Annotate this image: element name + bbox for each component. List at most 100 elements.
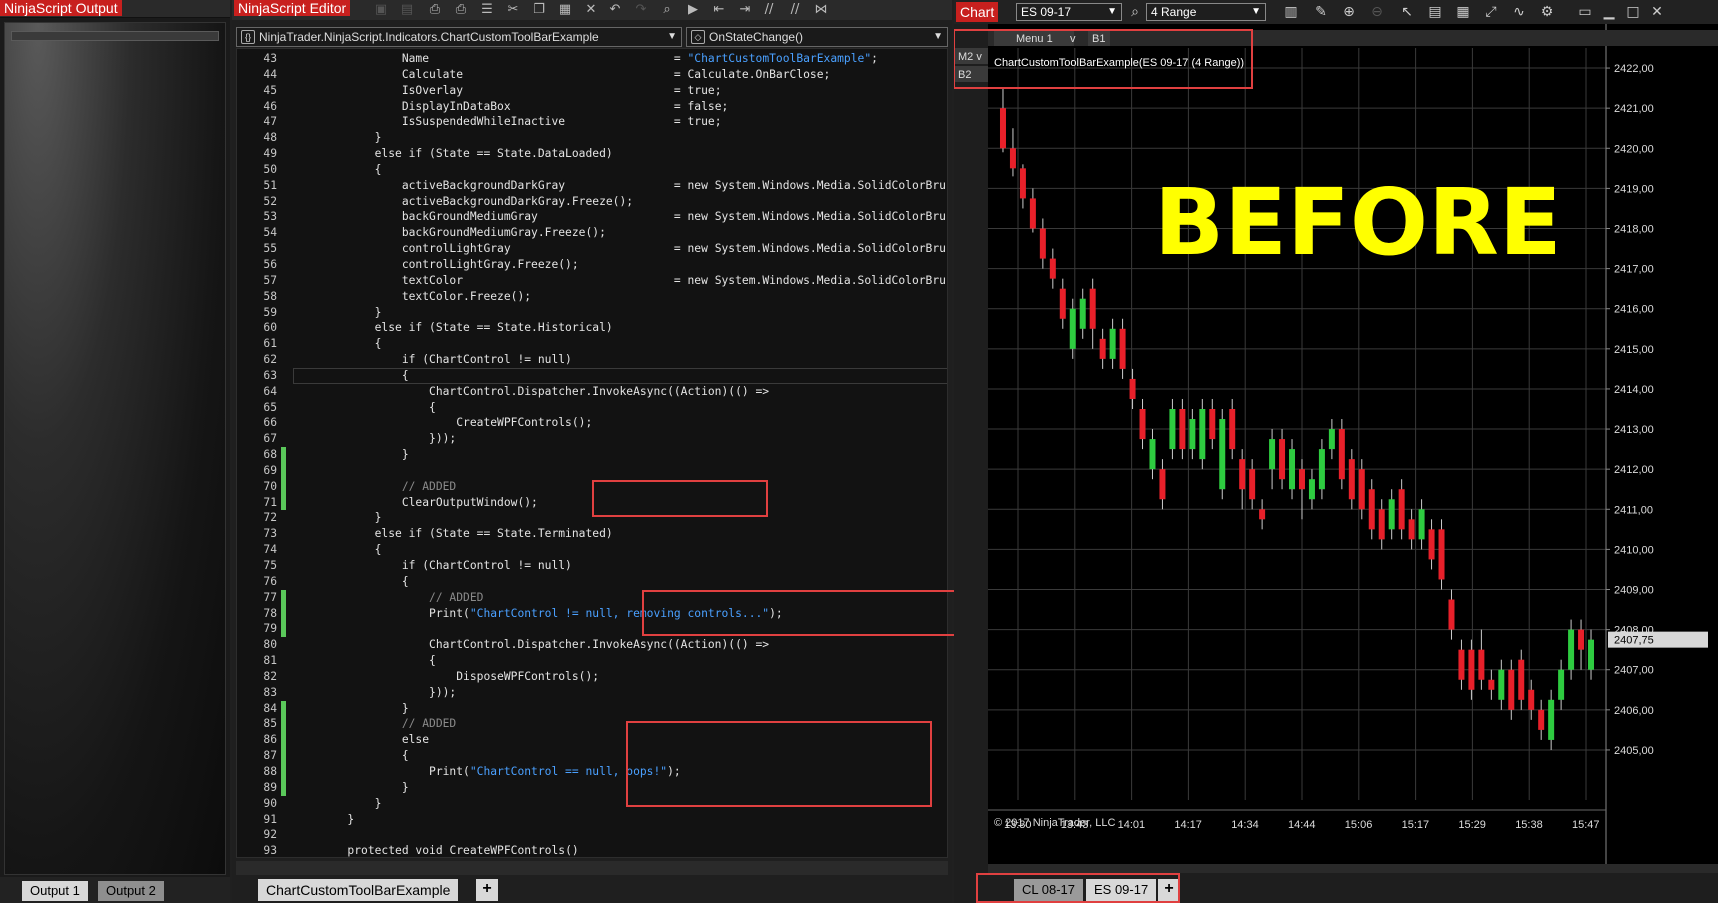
chart-window-title[interactable]: Chart bbox=[956, 2, 999, 22]
class-dropdown[interactable]: {} NinjaTrader.NinjaScript.Indicators.Ch… bbox=[236, 27, 682, 47]
code-line[interactable]: 55 controlLightGray = new System.Windows… bbox=[237, 241, 947, 257]
code-line[interactable]: 59 } bbox=[237, 305, 947, 321]
save-all-icon[interactable]: ▤ bbox=[398, 2, 416, 18]
price-chart[interactable]: 2422,00 2421,00 2420,00 2419,00 2418,00 2417,… bbox=[954, 24, 1718, 873]
code-line[interactable]: 71 ClearOutputWindow(); bbox=[237, 494, 947, 511]
horizontal-scrollbar[interactable] bbox=[236, 861, 948, 875]
code-line[interactable]: 58 textColor.Freeze(); bbox=[237, 289, 947, 305]
editor-window-title[interactable]: NinjaScript Editor bbox=[234, 0, 351, 16]
code-line[interactable]: 60 else if (State == State.Historical) bbox=[237, 320, 947, 336]
code-line[interactable]: 50 { bbox=[237, 162, 947, 178]
menu1-button[interactable]: Menu 1 bbox=[1016, 33, 1053, 45]
delete-icon[interactable]: ✕ bbox=[582, 2, 600, 18]
chart-horizontal-scrollbar[interactable] bbox=[988, 864, 1718, 873]
code-line[interactable]: 81 { bbox=[237, 653, 947, 669]
draw-tool-icon[interactable]: ✎ bbox=[1312, 3, 1330, 21]
output-text-area[interactable] bbox=[4, 22, 226, 875]
menu1-chevron[interactable]: v bbox=[1070, 33, 1076, 45]
cut-icon[interactable]: ✂ bbox=[504, 2, 522, 18]
tab-cl-08-17[interactable]: CL 08-17 bbox=[1014, 879, 1083, 901]
code-line[interactable]: 88 Print("ChartControl == null, oops!"); bbox=[237, 763, 947, 780]
code-line[interactable]: 76 { bbox=[237, 574, 947, 590]
code-line[interactable]: 86 else bbox=[237, 732, 947, 749]
code-line[interactable]: 46 DisplayInDataBox = false; bbox=[237, 99, 947, 115]
code-line[interactable]: 68 } bbox=[237, 447, 947, 463]
strategies-icon[interactable]: ⤢ bbox=[1482, 3, 1500, 21]
code-line[interactable]: 87 { bbox=[237, 748, 947, 764]
bar-type-selector[interactable]: 4 Range ▼ bbox=[1146, 3, 1266, 21]
code-line[interactable]: 79 bbox=[237, 621, 947, 638]
chart-style-icon[interactable]: ▥ bbox=[1282, 3, 1300, 21]
print-preview-icon[interactable]: ⎙ bbox=[452, 2, 470, 18]
instrument-selector[interactable]: ES 09-17 ▼ bbox=[1016, 3, 1122, 21]
code-line[interactable]: 83 })); bbox=[237, 685, 947, 701]
code-line[interactable]: 89 } bbox=[237, 779, 947, 796]
code-line[interactable]: 61 { bbox=[237, 336, 947, 352]
code-line[interactable]: 47 IsSuspendedWhileInactive = true; bbox=[237, 114, 947, 130]
zoom-in-icon[interactable]: ⊕ bbox=[1340, 3, 1358, 21]
print-icon[interactable]: ⎙ bbox=[426, 2, 444, 18]
paste-icon[interactable]: ▦ bbox=[556, 2, 574, 18]
code-line[interactable]: 66 CreateWPFControls(); bbox=[237, 415, 947, 431]
code-line[interactable]: 90 } bbox=[237, 796, 947, 812]
code-line[interactable]: 77 // ADDED bbox=[237, 589, 947, 606]
indent-icon[interactable]: ⇥ bbox=[736, 2, 754, 18]
compile-icon[interactable]: ▶ bbox=[684, 2, 702, 18]
code-line[interactable]: 74 { bbox=[237, 542, 947, 558]
code-line[interactable]: 56 controlLightGray.Freeze(); bbox=[237, 257, 947, 273]
zoom-out-icon[interactable]: ⊖ bbox=[1368, 3, 1386, 21]
code-line[interactable]: 85 // ADDED bbox=[237, 716, 947, 733]
b1-button[interactable]: B1 bbox=[1092, 33, 1105, 45]
pointer-icon[interactable]: ↖ bbox=[1398, 3, 1416, 21]
code-line[interactable]: 51 activeBackgroundDarkGray = new System… bbox=[237, 178, 947, 194]
add-chart-tab-button[interactable]: + bbox=[1158, 879, 1180, 901]
code-line[interactable]: 80 ChartControl.Dispatcher.InvokeAsync((… bbox=[237, 637, 947, 653]
code-line[interactable]: 69 bbox=[237, 462, 947, 479]
code-line[interactable]: 72 } bbox=[237, 510, 947, 526]
properties-icon[interactable]: ☰ bbox=[478, 2, 496, 18]
code-line[interactable]: 78 Print("ChartControl != null, removing… bbox=[237, 605, 947, 622]
b2-button[interactable]: B2 bbox=[958, 69, 971, 81]
tab-output-1[interactable]: Output 1 bbox=[22, 881, 88, 901]
save-icon[interactable]: ▣ bbox=[372, 2, 390, 18]
tab-chartcustomtoolbarexample[interactable]: ChartCustomToolBarExample bbox=[258, 879, 459, 901]
code-line[interactable]: 44 Calculate = Calculate.OnBarClose; bbox=[237, 67, 947, 83]
code-editor[interactable]: 43 Name = "ChartCustomToolBarExample"; 44… bbox=[236, 48, 948, 858]
restore-icon[interactable]: ▭ bbox=[1576, 3, 1594, 21]
code-line[interactable]: 64 ChartControl.Dispatcher.InvokeAsync((… bbox=[237, 384, 947, 400]
output-window-title[interactable]: NinjaScript Output bbox=[0, 0, 122, 16]
code-line[interactable]: 62 if (ChartControl != null) bbox=[237, 352, 947, 368]
code-line[interactable]: 67 })); bbox=[237, 431, 947, 447]
code-line[interactable]: 45 IsOverlay = true; bbox=[237, 83, 947, 99]
code-line[interactable]: 84 } bbox=[237, 700, 947, 717]
find-icon[interactable]: ⌕ bbox=[658, 2, 676, 18]
code-line[interactable]: 43 Name = "ChartCustomToolBarExample"; bbox=[237, 51, 947, 67]
code-line[interactable]: 75 if (ChartControl != null) bbox=[237, 558, 947, 574]
outdent-icon[interactable]: ⇤ bbox=[710, 2, 728, 18]
code-line[interactable]: 49 else if (State == State.DataLoaded) bbox=[237, 146, 947, 162]
method-dropdown[interactable]: ◇ OnStateChange() ▼ bbox=[686, 27, 948, 47]
comment-icon[interactable]: // bbox=[760, 2, 778, 18]
code-line[interactable]: 82 DisposeWPFControls(); bbox=[237, 669, 947, 685]
code-line[interactable]: 65 { bbox=[237, 400, 947, 416]
code-line[interactable]: 70 // ADDED bbox=[237, 478, 947, 495]
tab-output-2[interactable]: Output 2 bbox=[98, 881, 164, 901]
code-line[interactable]: 73 else if (State == State.Terminated) bbox=[237, 526, 947, 542]
search-icon[interactable]: ⌕ bbox=[1126, 3, 1144, 21]
data-box-icon[interactable]: ▤ bbox=[1426, 3, 1444, 21]
uncomment-icon[interactable]: // bbox=[786, 2, 804, 18]
code-line[interactable]: 93 protected void CreateWPFControls() bbox=[237, 843, 947, 857]
code-line[interactable]: 91 } bbox=[237, 812, 947, 828]
code-line[interactable]: 54 backGroundMediumGray.Freeze(); bbox=[237, 225, 947, 241]
code-line[interactable]: 63 { bbox=[237, 367, 947, 384]
indicators-icon[interactable]: ∿ bbox=[1510, 3, 1528, 21]
maximize-icon[interactable]: □ bbox=[1624, 3, 1642, 21]
properties-icon[interactable]: ⚙ bbox=[1538, 3, 1556, 21]
redo-icon[interactable]: ↷ bbox=[632, 2, 650, 18]
code-line[interactable]: 92 bbox=[237, 827, 947, 843]
code-line[interactable]: 57 textColor = new System.Windows.Media.… bbox=[237, 273, 947, 289]
output-search-input[interactable] bbox=[11, 31, 219, 41]
code-line[interactable]: 53 backGroundMediumGray = new System.Win… bbox=[237, 209, 947, 225]
code-line[interactable]: 52 activeBackgroundDarkGray.Freeze(); bbox=[237, 194, 947, 210]
add-tab-button[interactable]: + bbox=[476, 879, 498, 901]
